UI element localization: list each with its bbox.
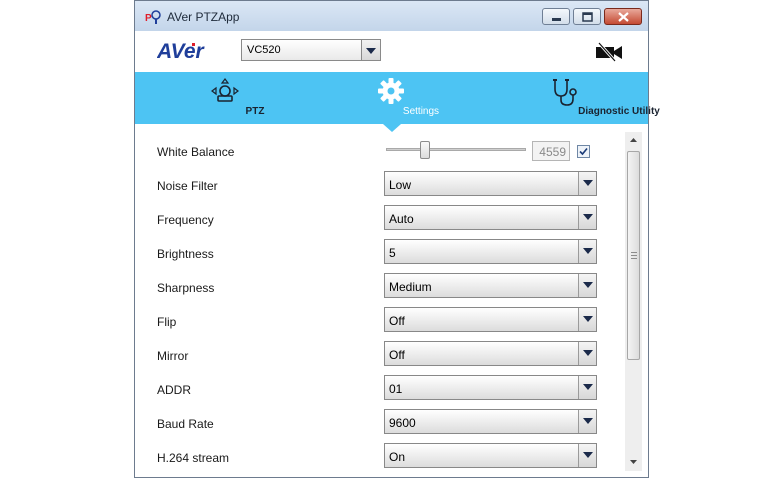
frequency-value: Auto xyxy=(389,212,414,226)
mirror-value: Off xyxy=(389,348,405,362)
addr-dropdown[interactable]: 01 xyxy=(384,375,597,400)
nav-bar: PTZ Settings Diagnostic Utility xyxy=(135,72,660,124)
scroll-down-button[interactable] xyxy=(625,454,642,471)
chevron-down-icon xyxy=(583,350,593,356)
window-title: AVer PTZApp xyxy=(167,10,240,24)
minimize-icon xyxy=(552,18,561,21)
maximize-icon xyxy=(582,12,593,22)
scrollbar-thumb[interactable] xyxy=(627,151,640,360)
white-balance-slider-thumb[interactable] xyxy=(419,141,430,159)
active-tab-pointer xyxy=(383,124,401,132)
scroll-up-button[interactable] xyxy=(625,132,642,149)
sharpness-dropdown[interactable]: Medium xyxy=(384,273,597,298)
chevron-down-icon xyxy=(366,48,376,54)
nav-ptz[interactable]: PTZ xyxy=(195,72,264,124)
app-window: P AVer PTZApp AVer VC520 PTZ Settings Di… xyxy=(134,0,660,478)
white-balance-auto-checkbox[interactable] xyxy=(577,145,590,158)
baud-rate-label: Baud Rate xyxy=(157,417,214,431)
brightness-value: 5 xyxy=(389,246,396,260)
white-balance-slider-track[interactable] xyxy=(386,148,526,151)
svg-text:AVer: AVer xyxy=(157,40,206,62)
brightness-dropdown-arrow[interactable] xyxy=(578,240,596,263)
settings-panel: White Balance 4559 Noise Filter Low Freque… xyxy=(135,132,625,477)
h-264-stream-dropdown[interactable]: On xyxy=(384,443,597,468)
noise-filter-value: Low xyxy=(389,178,412,192)
frequency-row: Frequency Auto xyxy=(135,202,625,236)
h-264-stream-value: On xyxy=(389,450,406,464)
brightness-row: Brightness 5 xyxy=(135,236,625,270)
model-select-arrow[interactable] xyxy=(361,40,380,60)
scroll-down-icon xyxy=(630,460,637,464)
addr-value: 01 xyxy=(389,382,403,396)
chevron-down-icon xyxy=(583,282,593,288)
chevron-down-icon xyxy=(583,214,593,220)
scrollbar-grip xyxy=(631,252,637,261)
nav-settings-label: Settings xyxy=(402,106,440,117)
flip-label: Flip xyxy=(157,315,177,329)
sharpness-value: Medium xyxy=(389,280,432,294)
h-264-stream-label: H.264 stream xyxy=(157,451,230,465)
chevron-down-icon xyxy=(583,452,593,458)
white-balance-row: White Balance 4559 xyxy=(135,134,625,168)
frequency-dropdown-arrow[interactable] xyxy=(578,206,596,229)
brightness-dropdown[interactable]: 5 xyxy=(384,239,597,264)
maximize-button[interactable] xyxy=(573,8,601,25)
white-balance-value[interactable]: 4559 xyxy=(532,141,570,161)
sharpness-label: Sharpness xyxy=(157,281,215,295)
close-button[interactable] xyxy=(604,8,642,25)
addr-label: ADDR xyxy=(157,383,192,397)
addr-row: ADDR 01 xyxy=(135,372,625,406)
close-icon xyxy=(618,12,629,22)
minimize-button[interactable] xyxy=(542,8,570,25)
checkmark-icon xyxy=(579,147,588,156)
nav-ptz-label: PTZ xyxy=(245,106,265,117)
h-264-stream-row: H.264 stream On xyxy=(135,440,625,474)
chevron-down-icon xyxy=(583,180,593,186)
flip-value: Off xyxy=(389,314,405,328)
noise-filter-dropdown-arrow[interactable] xyxy=(578,172,596,195)
header-bar: AVer VC520 xyxy=(135,31,648,72)
mirror-label: Mirror xyxy=(157,349,189,363)
baud-rate-row: Baud Rate 9600 xyxy=(135,406,625,440)
flip-dropdown[interactable]: Off xyxy=(384,307,597,332)
brightness-label: Brightness xyxy=(157,247,214,261)
svg-text:P: P xyxy=(145,13,152,24)
sharpness-dropdown-arrow[interactable] xyxy=(578,274,596,297)
white-balance-label: White Balance xyxy=(157,145,235,159)
ptz-icon xyxy=(211,78,239,102)
flip-row: Flip Off xyxy=(135,304,625,338)
nav-settings[interactable]: Settings xyxy=(361,72,439,124)
flip-dropdown-arrow[interactable] xyxy=(578,308,596,331)
baud-rate-dropdown[interactable]: 9600 xyxy=(384,409,597,434)
nav-diagnostic-utility-label: Diagnostic Utility xyxy=(578,106,660,117)
chevron-down-icon xyxy=(583,384,593,390)
chevron-down-icon xyxy=(583,418,593,424)
h-264-stream-dropdown-arrow[interactable] xyxy=(578,444,596,467)
frequency-label: Frequency xyxy=(157,213,214,227)
mirror-dropdown[interactable]: Off xyxy=(384,341,597,366)
noise-filter-label: Noise Filter xyxy=(157,179,218,193)
app-icon: P xyxy=(145,10,161,24)
stethoscope-icon xyxy=(553,79,577,106)
chevron-down-icon xyxy=(583,316,593,322)
aver-logo: AVer xyxy=(157,40,206,62)
model-select-value: VC520 xyxy=(247,44,281,56)
title-bar[interactable]: P AVer PTZApp xyxy=(135,1,648,32)
mirror-row: Mirror Off xyxy=(135,338,625,372)
baud-rate-value: 9600 xyxy=(389,416,416,430)
addr-dropdown-arrow[interactable] xyxy=(578,376,596,399)
gear-icon xyxy=(378,78,404,104)
baud-rate-dropdown-arrow[interactable] xyxy=(578,410,596,433)
camera-off-icon[interactable] xyxy=(593,42,625,62)
noise-filter-row: Noise Filter Low xyxy=(135,168,625,202)
vertical-scrollbar[interactable] xyxy=(625,132,642,471)
frequency-dropdown[interactable]: Auto xyxy=(384,205,597,230)
scroll-up-icon xyxy=(630,138,637,142)
chevron-down-icon xyxy=(583,248,593,254)
noise-filter-dropdown[interactable]: Low xyxy=(384,171,597,196)
sharpness-row: Sharpness Medium xyxy=(135,270,625,304)
model-select[interactable]: VC520 xyxy=(241,39,381,61)
mirror-dropdown-arrow[interactable] xyxy=(578,342,596,365)
nav-diagnostic-utility[interactable]: Diagnostic Utility xyxy=(509,72,660,124)
